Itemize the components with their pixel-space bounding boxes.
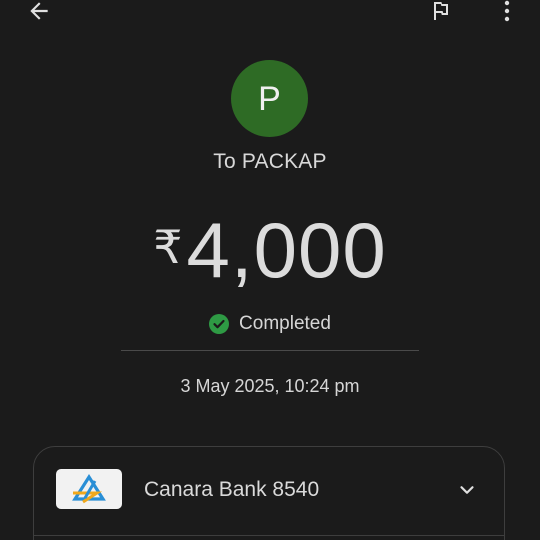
status-indicator: Completed <box>0 313 540 335</box>
amount-value: 4,000 <box>186 206 387 294</box>
payee-avatar: P <box>231 60 308 137</box>
currency-symbol: ₹ <box>153 221 183 273</box>
top-app-bar <box>0 0 540 28</box>
divider <box>121 350 419 351</box>
back-button[interactable] <box>22 0 56 26</box>
bank-account-row[interactable]: Canara Bank 8540 <box>34 447 504 535</box>
more-vert-icon <box>504 0 510 22</box>
payment-source-card: Canara Bank 8540 <box>33 446 505 540</box>
payee-label: To PACKAP <box>213 150 327 173</box>
report-flag-button[interactable] <box>426 0 456 26</box>
arrow-left-icon <box>30 2 48 20</box>
transaction-datetime: 3 May 2025, 10:24 pm <box>180 376 360 396</box>
transaction-details-screen: P To PACKAP ₹ 4,000 Completed 3 May 2025… <box>0 0 540 540</box>
canara-bank-logo <box>56 469 122 509</box>
amount-display: ₹ 4,000 <box>0 205 540 296</box>
card-divider <box>34 535 504 536</box>
chevron-down-icon <box>460 486 474 494</box>
status-text: Completed <box>239 313 331 334</box>
avatar-initial: P <box>258 79 281 118</box>
expand-button[interactable] <box>454 477 480 503</box>
bank-account-name: Canara Bank 8540 <box>144 478 320 501</box>
more-options-button[interactable] <box>494 0 520 26</box>
check-circle-icon <box>209 314 230 334</box>
flag-icon <box>434 2 448 20</box>
